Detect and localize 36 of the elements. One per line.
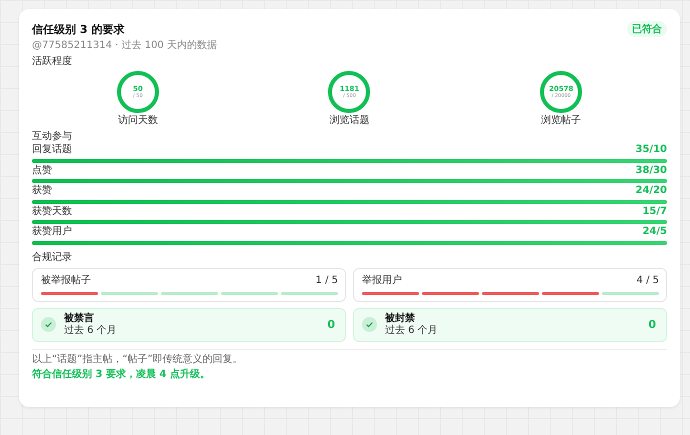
ring-label: 访问天数 xyxy=(118,115,158,126)
section-title: 合规记录 xyxy=(32,252,73,263)
metric-reading: 15/7 xyxy=(642,206,667,217)
penalty-count: 0 xyxy=(327,318,335,331)
progress-ring xyxy=(539,70,584,114)
metric-reading: 24/20 xyxy=(636,185,667,196)
metric-reading: 38/30 xyxy=(636,164,667,176)
result-message: 符合信任级别 3 要求，凌晨 4 点升级。 xyxy=(32,368,211,380)
metric-label: 回复话题 xyxy=(32,144,72,156)
penalty-title: 被禁言 xyxy=(64,312,95,324)
status-badge: 已符合 xyxy=(627,21,667,37)
card-subtitle: @77585211314 · 过去 100 天内的数据 xyxy=(32,40,218,52)
section-title: 互动参与 xyxy=(32,130,73,142)
metric-label: 获赞 xyxy=(32,185,52,196)
penalty-period: 过去 6 个月 xyxy=(64,324,118,336)
counter-label: 举报用户 xyxy=(362,275,402,286)
progress-ring xyxy=(116,70,160,114)
metric-reading: 24/5 xyxy=(642,226,667,238)
ring-label: 浏览话题 xyxy=(329,115,370,126)
ring-label: 浏览帖子 xyxy=(541,115,582,126)
counter-label: 被举报帖子 xyxy=(41,275,91,286)
metric-label: 点赞 xyxy=(32,164,52,176)
metric-reading: 35/10 xyxy=(636,144,667,156)
counter-reading: 4 / 5 xyxy=(636,275,659,286)
footnote: 以上“话题”指主帖，“帖子”即传统意义的回复。 xyxy=(32,354,244,366)
section-title: 活跃程度 xyxy=(32,56,73,67)
card-title: 信任级别 3 的要求 xyxy=(32,22,124,36)
progress-ring xyxy=(327,70,372,114)
counter-reading: 1 / 5 xyxy=(316,275,338,286)
penalty-count: 0 xyxy=(648,318,656,331)
check-icon xyxy=(41,317,56,332)
check-icon xyxy=(362,317,377,332)
penalty-title: 被封禁 xyxy=(385,312,416,324)
penalty-period: 过去 6 个月 xyxy=(385,324,439,336)
metric-label: 获赞天数 xyxy=(32,206,72,217)
metric-label: 获赞用户 xyxy=(32,226,72,238)
